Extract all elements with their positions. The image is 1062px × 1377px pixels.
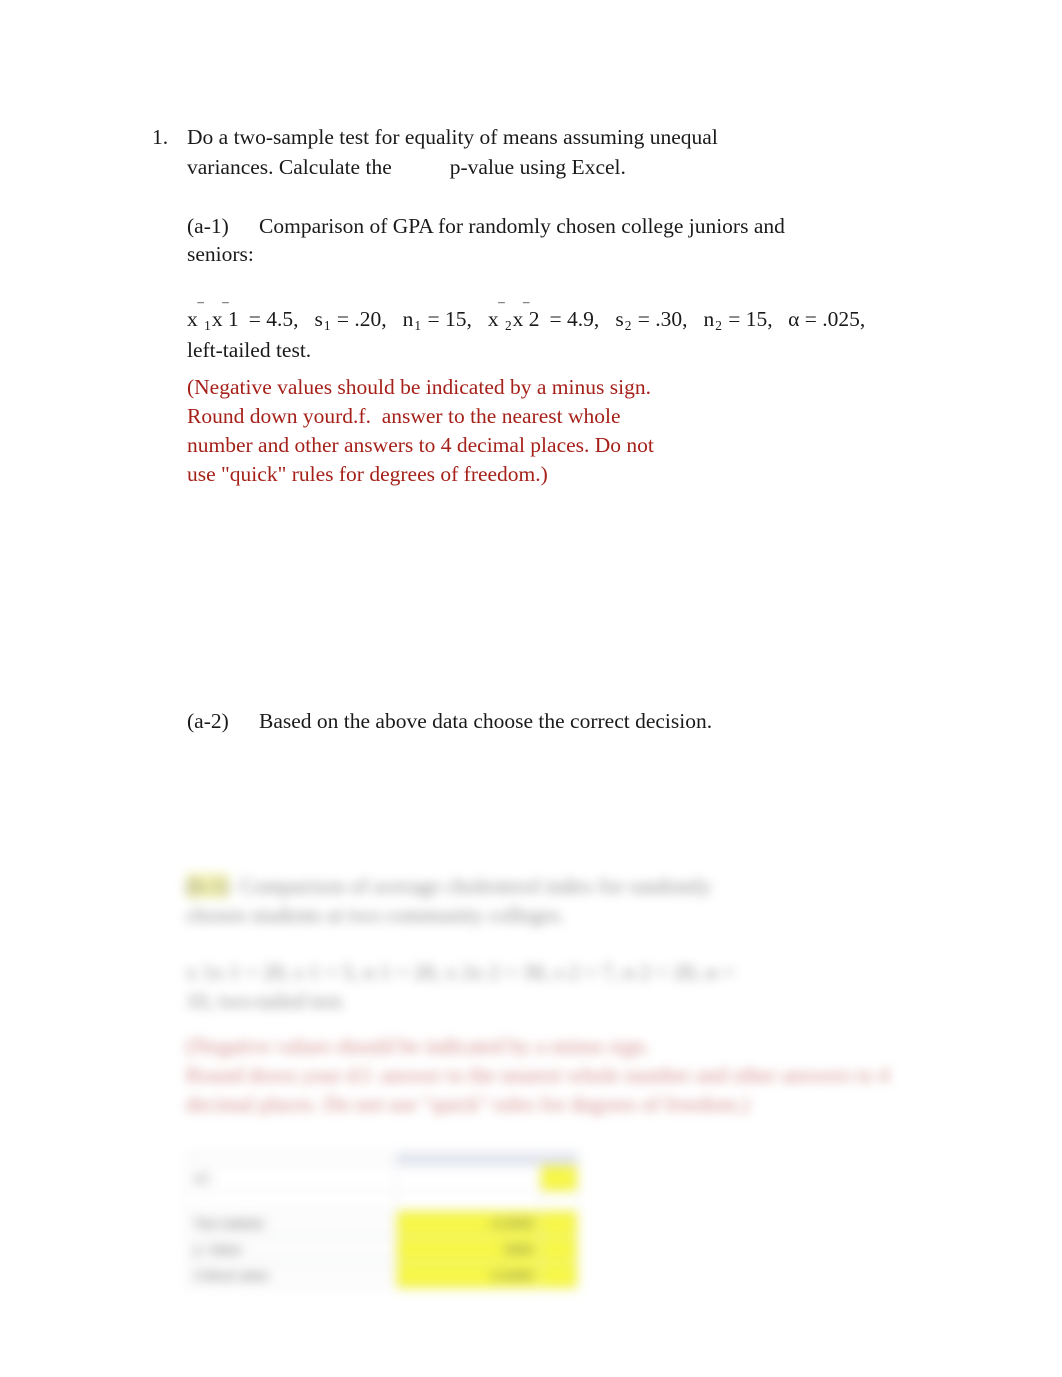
n1-sub: 1 bbox=[414, 317, 422, 333]
row-label: d.f. bbox=[186, 1165, 397, 1192]
row-answer-cell[interactable] bbox=[540, 1165, 578, 1192]
mean1-repeat-sub: 1 bbox=[227, 307, 239, 332]
note-line-5: use "quick" rules for degrees of freedom… bbox=[187, 462, 548, 487]
page-bottom-clip bbox=[0, 1310, 1062, 1377]
mean2-value: = 4.9, bbox=[549, 307, 600, 332]
row-value bbox=[395, 1165, 542, 1192]
table-row: d.f. bbox=[186, 1165, 578, 1192]
row-label: Critical value bbox=[186, 1262, 397, 1289]
table-row bbox=[186, 1191, 578, 1211]
given-n1: n1 bbox=[402, 307, 422, 333]
mean2-sub: 2 bbox=[504, 317, 512, 333]
row-answer-cell[interactable]: -0.0000 bbox=[395, 1262, 542, 1289]
row-unit-cell[interactable] bbox=[540, 1262, 578, 1289]
row-answer-cell bbox=[540, 1191, 578, 1211]
s2-sub: 2 bbox=[624, 317, 632, 333]
redacted-givens-1: x 1x 1 = 20, s 1 = 5, n 1 = 20, x 2x 2 =… bbox=[186, 960, 735, 984]
question-number: 1. bbox=[152, 125, 169, 149]
row-answer-cell[interactable]: -0.0000 bbox=[395, 1210, 542, 1237]
redacted-question-block: (b-1) Comparison of average cholesterol … bbox=[186, 872, 946, 1119]
note-line-2: d.f. bbox=[342, 404, 371, 429]
s1-value: = .20, bbox=[336, 307, 387, 332]
answer-table-head bbox=[186, 1152, 578, 1166]
question-stem-part-3: -value using Excel. bbox=[460, 155, 626, 179]
redacted-note-2: Round down your d.f. answer to the neare… bbox=[186, 1063, 620, 1087]
document-page: 1. Do a two-sample test for equality of … bbox=[0, 0, 1062, 1377]
s1-symbol: s bbox=[314, 307, 323, 332]
note-line-3: answer to the nearest whole bbox=[381, 404, 621, 429]
part-a2-prompt: Based on the above data choose the corre… bbox=[259, 709, 713, 733]
part-a1: (a-1) Comparison of GPA for randomly chos… bbox=[187, 212, 807, 268]
row-label bbox=[186, 1191, 397, 1211]
n1-value: = 15, bbox=[427, 307, 472, 332]
redacted-line-1: Comparison of average cholesterol index … bbox=[239, 874, 712, 898]
s2-value: = .30, bbox=[637, 307, 688, 332]
row-label: p -Value bbox=[186, 1236, 397, 1263]
row-answer-cell[interactable]: 0000 bbox=[395, 1236, 542, 1263]
mean2-repeat-symbol: x bbox=[512, 307, 524, 332]
row-value bbox=[395, 1191, 542, 1211]
n2-symbol: n bbox=[703, 307, 715, 332]
mean1-sub: 1 bbox=[204, 317, 211, 333]
redacted-line-2: chosen students at two community college… bbox=[186, 903, 565, 927]
header-unit bbox=[540, 1152, 578, 1166]
given-s2: s2 bbox=[615, 307, 632, 333]
part-a1-note: (Negative values should be indicated by … bbox=[187, 373, 787, 489]
table-row: Critical value -0.0000 bbox=[186, 1262, 578, 1289]
redacted-line-1-row: (b-1) Comparison of average cholesterol … bbox=[186, 872, 946, 901]
n1-symbol: n bbox=[402, 307, 414, 332]
mean2-repeat-sub: 2 bbox=[528, 307, 540, 332]
s1-sub: 1 bbox=[323, 317, 331, 333]
note-line-0: (Negative values should be indicated by … bbox=[187, 375, 651, 400]
part-a2-tag: (a-2) bbox=[187, 709, 229, 733]
answer-table: d.f. Test statistic -0.0000 p -Value 000 bbox=[186, 1152, 578, 1289]
redacted-givens-2: 10, two-tailed test. bbox=[186, 989, 347, 1013]
table-header-row bbox=[186, 1152, 578, 1166]
macron-icon-2: ‾ bbox=[222, 300, 229, 320]
answer-table-body: d.f. Test statistic -0.0000 p -Value 000 bbox=[186, 1165, 578, 1289]
question-block: 1. Do a two-sample test for equality of … bbox=[152, 122, 952, 489]
note-line-1: Round down your bbox=[187, 404, 343, 429]
redacted-note-1: (Negative values should be indicated by … bbox=[186, 1034, 650, 1058]
redacted-note-4: use "quick" rules for degrees of freedom… bbox=[388, 1092, 750, 1116]
table-row: p -Value 0000 bbox=[186, 1236, 578, 1263]
table-row: Test statistic -0.0000 bbox=[186, 1210, 578, 1237]
mean1-repeat-symbol: x bbox=[211, 307, 223, 332]
n2-sub: 2 bbox=[715, 317, 722, 333]
given-s1: s1 bbox=[314, 307, 331, 333]
row-unit-cell[interactable] bbox=[540, 1210, 578, 1237]
mean2-symbol: x bbox=[487, 307, 499, 332]
part-a1-givens: x‾1x‾1 = 4.5, s1 = .20, n1 = 15, x‾2x‾2 = 4.9… bbox=[187, 298, 877, 365]
row-label: Test statistic bbox=[186, 1210, 397, 1237]
s2-symbol: s bbox=[615, 307, 624, 332]
part-a2: (a-2) Based on the above data choose the … bbox=[187, 707, 887, 735]
header-label bbox=[186, 1152, 397, 1166]
given-mean1: x‾1x‾1 bbox=[187, 301, 239, 333]
question-stem: Do a two-sample test for equality of mea… bbox=[187, 122, 787, 182]
given-mean2: x‾2x‾2 bbox=[487, 301, 540, 333]
alpha-symbol: α bbox=[788, 307, 800, 332]
redacted-tag: (b-1) bbox=[186, 874, 229, 898]
note-line-1-row: Round down yourd.f. answer to the neares… bbox=[187, 402, 787, 431]
n2-value: = 15, bbox=[728, 307, 773, 332]
part-a1-prompt: Comparison of GPA for randomly chosen co… bbox=[187, 214, 785, 266]
row-unit-cell[interactable] bbox=[540, 1236, 578, 1263]
question-row: 1. Do a two-sample test for equality of … bbox=[152, 122, 952, 489]
part-a1-tag: (a-1) bbox=[187, 214, 229, 238]
redacted-note-3: number and other answers to 4 decimal pl… bbox=[186, 1063, 890, 1116]
header-value bbox=[395, 1152, 542, 1166]
macron-icon-4: ‾ bbox=[523, 300, 529, 320]
redacted-answer-table: d.f. Test statistic -0.0000 p -Value 000 bbox=[186, 1152, 578, 1289]
mean1-symbol: x bbox=[187, 307, 198, 332]
given-n2: n2 bbox=[703, 307, 723, 333]
question-body: Do a two-sample test for equality of mea… bbox=[187, 122, 952, 489]
question-stem-p: p bbox=[449, 155, 461, 179]
note-line-4: number and other answers to 4 decimal pl… bbox=[187, 433, 654, 458]
mean1-value: = 4.5, bbox=[248, 307, 299, 332]
